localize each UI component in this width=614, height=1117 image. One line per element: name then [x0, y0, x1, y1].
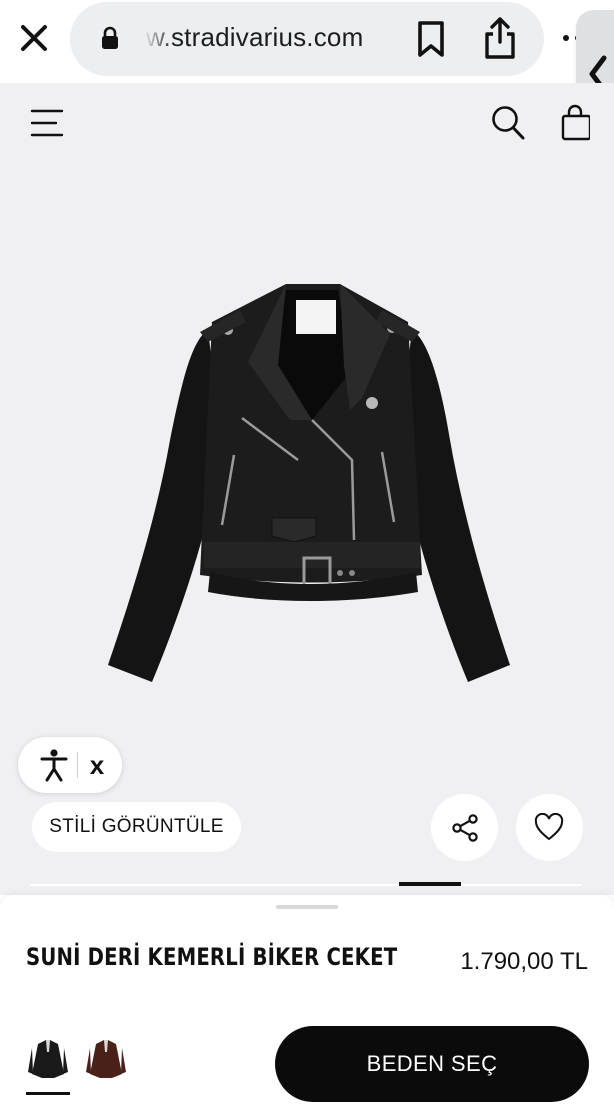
- gallery-progress-track: [30, 884, 582, 886]
- accessibility-icon[interactable]: [36, 747, 72, 783]
- accessibility-divider: [77, 752, 78, 778]
- lock-icon: [102, 26, 118, 49]
- product-price: 1.790,00 TL: [460, 948, 588, 975]
- url-fade: [140, 18, 174, 58]
- heart-icon: [534, 813, 564, 841]
- close-icon[interactable]: [18, 22, 50, 54]
- select-size-button[interactable]: BEDEN SEÇ: [275, 1026, 589, 1102]
- gallery-progress-indicator: [399, 882, 461, 886]
- color-swatch-brown[interactable]: [84, 1036, 128, 1082]
- jacket-photo: [108, 284, 510, 682]
- selected-swatch-indicator: [26, 1092, 70, 1095]
- favorite-button[interactable]: [516, 794, 583, 861]
- accessibility-close-button[interactable]: x: [85, 750, 109, 780]
- share-icon[interactable]: [482, 16, 518, 60]
- search-icon[interactable]: [490, 104, 526, 142]
- menu-icon[interactable]: [30, 107, 64, 139]
- share-button[interactable]: [431, 794, 498, 861]
- url-text[interactable]: w.stradivarius.com: [146, 22, 398, 53]
- product-title: SUNİ DERİ KEMERLİ BİKER CEKET: [26, 943, 398, 971]
- sheet-drag-handle[interactable]: [276, 905, 338, 909]
- shopping-bag-icon[interactable]: [560, 102, 590, 142]
- share-nodes-icon: [452, 814, 478, 842]
- bookmark-icon[interactable]: [416, 20, 446, 58]
- view-style-button[interactable]: STİLİ GÖRÜNTÜLE: [32, 802, 241, 852]
- color-swatch-black[interactable]: [26, 1036, 70, 1082]
